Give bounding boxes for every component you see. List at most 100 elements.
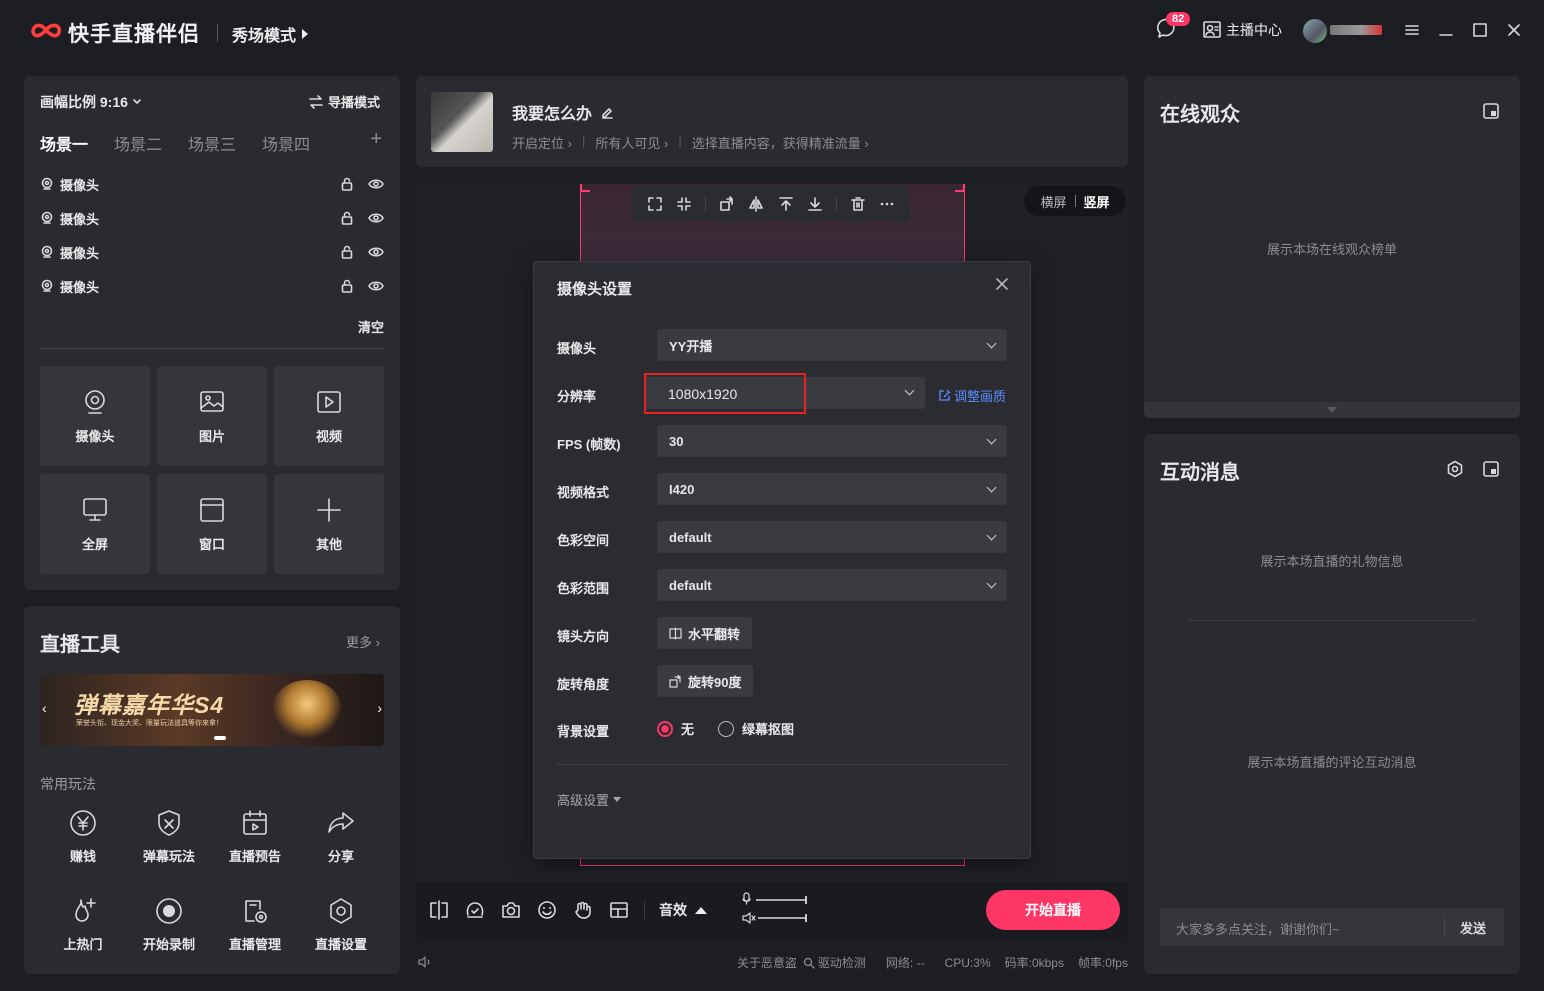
tab-scene-2[interactable]: 场景二 (114, 131, 162, 155)
tool-record[interactable]: 开始录制 (126, 896, 212, 953)
split-screen-icon[interactable] (428, 900, 450, 920)
banner-next-icon[interactable]: › (377, 700, 382, 716)
popout-icon[interactable] (1482, 102, 1500, 120)
tab-scene-1[interactable]: 场景一 (40, 131, 88, 155)
tab-scene-3[interactable]: 场景三 (188, 131, 236, 155)
eye-icon[interactable] (368, 177, 384, 191)
lock-icon[interactable] (340, 177, 354, 191)
about-link[interactable]: 关于恶意盗 (737, 954, 797, 971)
add-image-tile[interactable]: 图片 (157, 366, 267, 466)
source-item[interactable]: 摄像头 (40, 174, 384, 194)
fill-screen-icon[interactable] (676, 196, 692, 212)
tool-earn[interactable]: 赚钱 (40, 808, 126, 865)
fps-select[interactable]: 30 (657, 425, 1007, 457)
meta-divider: | (581, 133, 586, 148)
video-format-select[interactable]: I420 (657, 473, 1007, 505)
chat-input[interactable]: 大家多多点关注，谢谢你们~ (1176, 919, 1340, 938)
volume-icon[interactable] (418, 956, 432, 968)
tool-settings[interactable]: 直播设置 (298, 896, 384, 953)
gesture-icon[interactable] (572, 900, 594, 920)
move-top-icon[interactable] (778, 196, 794, 212)
portrait-option[interactable]: 竖屏 (1084, 192, 1110, 211)
start-live-button[interactable]: 开始直播 (986, 890, 1120, 930)
close-icon[interactable] (992, 274, 1012, 294)
mode-switch[interactable]: 秀场模式 (232, 22, 309, 46)
room-title[interactable]: 我要怎么办 (512, 100, 614, 124)
flip-horizontal-icon[interactable] (748, 196, 764, 212)
flip-horizontal-button[interactable]: 水平翻转 (657, 617, 753, 649)
driver-check-button[interactable]: 驱动检测 (803, 954, 866, 971)
snapshot-icon[interactable] (500, 900, 522, 920)
video-format-value: I420 (669, 481, 695, 497)
minimize-icon[interactable] (1436, 20, 1456, 40)
content-category-link[interactable]: 选择直播内容，获得精准流量 › (692, 133, 869, 152)
lock-icon[interactable] (340, 245, 354, 259)
add-scene-button[interactable]: + (370, 128, 382, 151)
tool-hot[interactable]: 上热门 (40, 896, 126, 953)
beauty-icon[interactable] (464, 900, 486, 920)
menu-icon[interactable] (1402, 20, 1422, 40)
more-icon[interactable] (879, 196, 895, 212)
source-item[interactable]: 摄像头 (40, 208, 384, 228)
emoji-icon[interactable] (536, 900, 558, 920)
camera-select[interactable]: YY开播 (657, 329, 1007, 361)
rotate-icon[interactable] (719, 196, 735, 212)
delete-icon[interactable] (850, 196, 866, 212)
caret-up-icon (695, 906, 707, 914)
landscape-option[interactable]: 横屏 (1040, 192, 1066, 211)
banner-prev-icon[interactable]: ‹ (42, 700, 47, 716)
visibility-link[interactable]: 所有人可见 › (595, 133, 668, 152)
fit-screen-icon[interactable] (647, 196, 663, 212)
add-camera-tile[interactable]: 摄像头 (40, 366, 150, 466)
promo-banner[interactable]: 弹幕嘉年华S4 荣誉头衔、现金大奖、限量玩法道具等你来拿！ ‹ › (40, 674, 384, 746)
add-window-tile[interactable]: 窗口 (157, 474, 267, 574)
location-link[interactable]: 开启定位 › (512, 133, 572, 152)
maximize-icon[interactable] (1470, 20, 1490, 40)
tool-manage[interactable]: 直播管理 (212, 896, 298, 953)
guide-mode-button[interactable]: 导播模式 (308, 92, 380, 111)
source-label: 摄像头 (60, 279, 100, 295)
clear-sources-button[interactable]: 清空 (358, 317, 384, 336)
send-button[interactable]: 发送 (1460, 918, 1486, 937)
adjust-quality-link[interactable]: 调整画质 (938, 386, 1006, 405)
popout-icon[interactable] (1482, 460, 1500, 478)
sound-effect-button[interactable]: 音效 (659, 900, 707, 920)
lock-icon[interactable] (340, 211, 354, 225)
eye-icon[interactable] (368, 279, 384, 293)
add-video-tile[interactable]: 视频 (274, 366, 384, 466)
room-cover-thumbnail[interactable] (431, 92, 493, 152)
selection-handle[interactable] (955, 184, 965, 192)
anchor-center-button[interactable]: 主播中心 (1202, 20, 1282, 40)
more-tools-link[interactable]: 更多 › (346, 632, 380, 651)
tool-danmu[interactable]: 弹幕玩法 (126, 808, 212, 865)
collapse-bar[interactable] (1144, 402, 1520, 418)
bg-greenscreen-radio[interactable]: 绿幕抠图 (718, 719, 794, 738)
tool-preview[interactable]: 直播预告 (212, 808, 298, 865)
source-item[interactable]: 摄像头 (40, 276, 384, 296)
move-bottom-icon[interactable] (807, 196, 823, 212)
close-icon[interactable] (1504, 20, 1524, 40)
add-other-tile[interactable]: 其他 (274, 474, 384, 574)
color-space-value: default (669, 529, 712, 545)
user-avatar[interactable] (1303, 19, 1327, 43)
layout-icon[interactable] (608, 900, 630, 920)
resolution-value-highlight[interactable]: 1080x1920 (644, 373, 806, 414)
tab-scene-4[interactable]: 场景四 (262, 131, 310, 155)
source-item[interactable]: 摄像头 (40, 242, 384, 262)
lock-icon[interactable] (340, 279, 354, 293)
rotate-90-button[interactable]: 旋转90度 (657, 665, 754, 697)
tool-share[interactable]: 分享 (298, 808, 384, 865)
user-name-redacted[interactable] (1330, 25, 1382, 35)
edit-icon[interactable] (600, 105, 614, 119)
add-fullscreen-tile[interactable]: 全屏 (40, 474, 150, 574)
settings-icon[interactable] (1446, 460, 1464, 478)
eye-icon[interactable] (368, 245, 384, 259)
ratio-select[interactable]: 画幅比例 9:16 (40, 92, 142, 112)
color-space-select[interactable]: default (657, 521, 1007, 553)
source-label: 摄像头 (60, 211, 100, 227)
eye-icon[interactable] (368, 211, 384, 225)
selection-handle[interactable] (580, 184, 590, 192)
color-range-select[interactable]: default (657, 569, 1007, 601)
bg-none-radio[interactable]: 无 (657, 719, 694, 738)
advanced-settings-toggle[interactable]: 高级设置 (557, 790, 622, 809)
